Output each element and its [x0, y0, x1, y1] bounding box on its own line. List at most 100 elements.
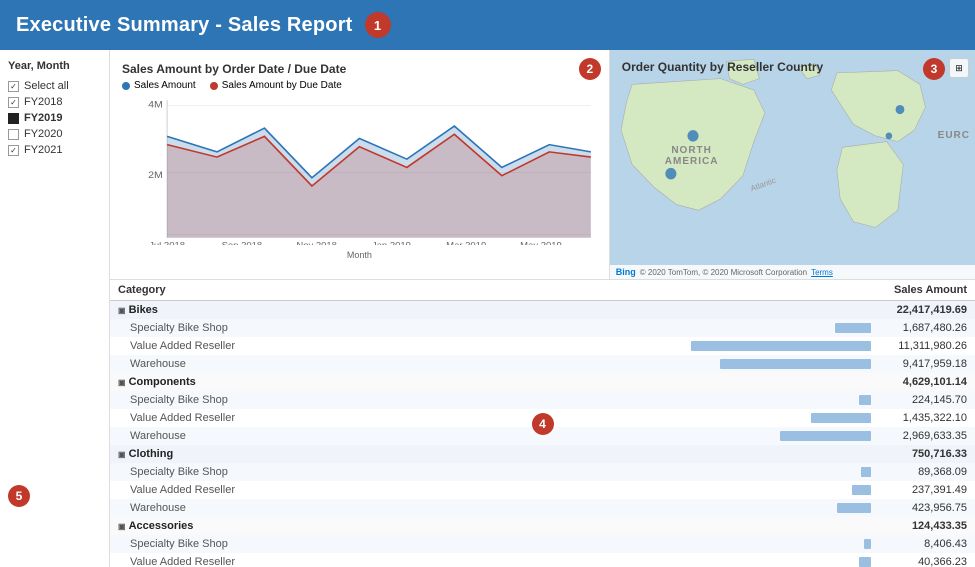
header: Executive Summary - Sales Report 1	[0, 0, 975, 50]
sidebar-item-fy2021[interactable]: ✓ FY2021	[8, 142, 101, 158]
col-header-category: Category	[110, 280, 381, 301]
map-label-north-america: NORTHAMERICA	[665, 145, 719, 167]
map-title: Order Quantity by Reseller Country	[622, 60, 823, 74]
subcategory-bar-value: 11,311,980.26	[381, 337, 975, 355]
terms-link[interactable]: Terms	[811, 268, 833, 277]
svg-text:Sep 2018: Sep 2018	[222, 241, 263, 245]
subcategory-bar-value: 1,435,322.10	[381, 409, 975, 427]
page-title: Executive Summary - Sales Report	[16, 14, 353, 37]
category-total: 4,629,101.14	[381, 373, 975, 391]
subcategory-value: 11,311,980.26	[877, 340, 967, 352]
bar	[861, 467, 871, 477]
expand-icon: ▣	[118, 306, 126, 315]
svg-text:Mar 2019: Mar 2019	[446, 241, 486, 245]
subcategory-name: Specialty Bike Shop	[110, 463, 381, 481]
map-container: Order Quantity by Reseller Country 3 ⊞	[610, 50, 975, 279]
bar	[837, 503, 871, 513]
checkbox-fy2018: ✓	[8, 97, 19, 108]
category-total: 22,417,419.69	[381, 301, 975, 320]
line-chart-svg: 4M 2M	[122, 95, 597, 245]
bar	[780, 431, 871, 441]
subcategory-value: 423,956.75	[877, 502, 967, 514]
category-name: ▣Clothing	[110, 445, 381, 463]
svg-text:Jul 2018: Jul 2018	[149, 241, 185, 245]
subcategory-name: Specialty Bike Shop	[110, 319, 381, 337]
svg-text:May 2019: May 2019	[520, 241, 562, 245]
table-row-subcategory: Warehouse9,417,959.18	[110, 355, 975, 373]
subcategory-name: Value Added Reseller	[110, 553, 381, 567]
subcategory-value: 237,391.49	[877, 484, 967, 496]
table-row-subcategory: Specialty Bike Shop 1,687,480.26	[110, 319, 975, 337]
legend-dot-due	[210, 82, 218, 90]
table-row-subcategory: Specialty Bike Shop 89,368.09	[110, 463, 975, 481]
sidebar-title: Year, Month	[8, 60, 101, 72]
subcategory-bar-value: 224,145.70	[381, 391, 975, 409]
legend-label-sales: Sales Amount	[134, 80, 196, 91]
top-charts: Sales Amount by Order Date / Due Date Sa…	[110, 50, 975, 280]
subcategory-bar-value: 1,687,480.26	[381, 319, 975, 337]
expand-icon: ▣	[118, 450, 126, 459]
subcategory-value: 89,368.09	[877, 466, 967, 478]
bar	[859, 557, 871, 567]
sidebar-item-selectall[interactable]: ✓ Select all	[8, 78, 101, 94]
expand-icon: ▣	[118, 378, 126, 387]
subcategory-name: Warehouse	[110, 499, 381, 517]
table-row-subcategory: Value Added Reseller237,391.49	[110, 481, 975, 499]
subcategory-name: Specialty Bike Shop	[110, 535, 381, 553]
table-container: 4 Category Sales Amount ▣Bikes 22,417,41…	[110, 280, 975, 567]
chart-legend: Sales Amount Sales Amount by Due Date	[122, 80, 597, 91]
line-chart-title: Sales Amount by Order Date / Due Date	[122, 62, 597, 76]
table-row-category: ▣Components 4,629,101.14	[110, 373, 975, 391]
svg-text:Nov 2018: Nov 2018	[296, 241, 337, 245]
main-content: Year, Month ✓ Select all ✓ FY2018 FY2019…	[0, 50, 975, 567]
table-header-row: Category Sales Amount	[110, 280, 975, 301]
subcategory-value: 9,417,959.18	[877, 358, 967, 370]
table-row-subcategory: Specialty Bike Shop 8,406.43	[110, 535, 975, 553]
legend-item-sales: Sales Amount	[122, 80, 196, 91]
category-name: ▣Accessories	[110, 517, 381, 535]
table-row-subcategory: Value Added Reseller 11,311,980.26	[110, 337, 975, 355]
charts-area: Sales Amount by Order Date / Due Date Sa…	[110, 50, 975, 567]
subcategory-bar-value: 89,368.09	[381, 463, 975, 481]
sidebar-item-fy2020[interactable]: FY2020	[8, 126, 101, 142]
table-row-subcategory: Value Added Reseller 40,366.23	[110, 553, 975, 567]
svg-text:4M: 4M	[148, 100, 163, 110]
sidebar-label-fy2018: FY2018	[24, 96, 63, 108]
subcategory-value: 1,687,480.26	[877, 322, 967, 334]
subcategory-name: Value Added Reseller	[110, 409, 381, 427]
line-chart-badge: 2	[579, 58, 601, 80]
subcategory-bar-value: 8,406.43	[381, 535, 975, 553]
subcategory-value: 8,406.43	[877, 538, 967, 550]
sidebar-item-fy2018[interactable]: ✓ FY2018	[8, 94, 101, 110]
legend-label-due: Sales Amount by Due Date	[222, 80, 342, 91]
subcategory-bar-value: 40,366.23	[381, 553, 975, 567]
subcategory-value: 40,366.23	[877, 556, 967, 567]
sidebar-label-fy2019: FY2019	[24, 112, 63, 124]
bar	[720, 359, 871, 369]
legend-dot-sales	[122, 82, 130, 90]
header-badge: 1	[365, 12, 391, 38]
subcategory-value: 1,435,322.10	[877, 412, 967, 424]
subcategory-name: Warehouse	[110, 427, 381, 445]
subcategory-value: 224,145.70	[877, 394, 967, 406]
sidebar-item-fy2019[interactable]: FY2019	[8, 110, 101, 126]
bing-copyright: © 2020 TomTom, © 2020 Microsoft Corporat…	[640, 268, 807, 277]
bar	[691, 341, 871, 351]
subcategory-name: Specialty Bike Shop	[110, 391, 381, 409]
expand-icon: ▣	[118, 522, 126, 531]
svg-text:2M: 2M	[148, 170, 163, 180]
bar	[811, 413, 871, 423]
map-label-europe: EURC	[938, 130, 970, 141]
table-row-subcategory: Specialty Bike Shop 224,145.70	[110, 391, 975, 409]
bar	[835, 323, 871, 333]
table-row-category: ▣Bikes 22,417,419.69	[110, 301, 975, 320]
subcategory-name: Value Added Reseller	[110, 337, 381, 355]
col-header-amount: Sales Amount	[381, 280, 975, 301]
subcategory-bar-value: 237,391.49	[381, 481, 975, 499]
category-name: ▣Components	[110, 373, 381, 391]
category-total: 750,716.33	[381, 445, 975, 463]
sidebar-label-selectall: Select all	[24, 80, 69, 92]
sidebar-label-fy2020: FY2020	[24, 128, 63, 140]
map-control[interactable]: ⊞	[949, 58, 969, 78]
map-badge: 3	[923, 58, 945, 80]
